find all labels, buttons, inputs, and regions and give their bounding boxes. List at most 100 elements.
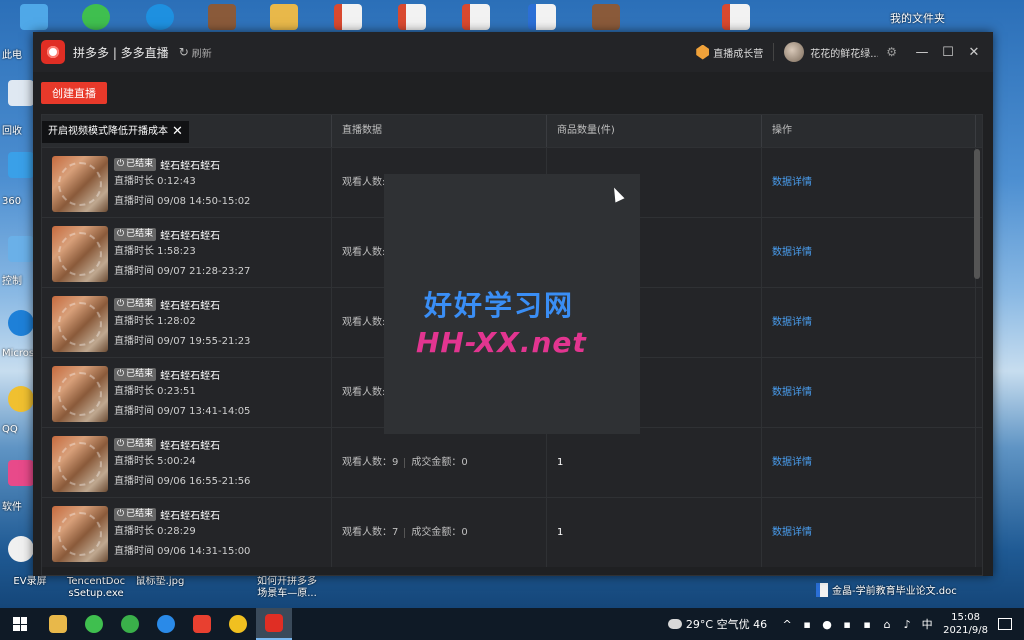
desktop-doc-item[interactable]: 金晶-学前教育毕业论文.doc [816, 582, 957, 597]
data-detail-link[interactable]: 数据详情 [762, 428, 975, 498]
refresh-button[interactable]: ↻ 刷新 [179, 45, 212, 60]
ppt-file-icon[interactable] [462, 4, 490, 30]
pinduoduo-logo-icon [41, 40, 65, 64]
taskbar-explorer[interactable] [40, 608, 76, 640]
taskbar-wps[interactable] [184, 608, 220, 640]
live-title: 蛭石蛭石蛭石 [160, 370, 221, 382]
word-file-icon[interactable] [528, 4, 556, 30]
live-title-line: ⏻ 已结束 蛭石蛭石蛭石 [114, 366, 250, 382]
live-thumbnail[interactable] [52, 226, 108, 282]
viewer-count: 观看人数：7 [342, 526, 399, 538]
notification-icon[interactable] [998, 618, 1012, 630]
settings-icon[interactable]: ⚙ [886, 45, 897, 59]
viewer-count: 观看人数: [342, 246, 386, 258]
desktop-label[interactable]: 360 [2, 196, 21, 207]
minimize-icon[interactable]: — [909, 45, 935, 60]
volume-icon[interactable]: ♪ [899, 618, 915, 631]
microphone-icon[interactable]: ● [819, 618, 835, 631]
divider [404, 527, 406, 538]
user-name[interactable]: 花花的鲜花绿... [810, 45, 878, 60]
live-thumbnail[interactable] [52, 506, 108, 562]
desktop-label[interactable]: QQ [2, 424, 18, 435]
tray-app-icon[interactable]: ▪ [859, 618, 875, 631]
desktop-label[interactable]: 如何开拼多多 场景车—原... [250, 576, 324, 600]
start-button[interactable] [0, 608, 40, 640]
desktop-folder-label[interactable]: 我的文件夹 [890, 10, 945, 26]
avatar[interactable] [784, 42, 805, 62]
sales-amount: 成交金额：0 [411, 526, 468, 538]
divider [773, 43, 775, 61]
ppt-file-icon[interactable] [398, 4, 426, 30]
action-cell: 数据详情 [762, 148, 976, 217]
ppt-file-icon[interactable] [334, 4, 362, 30]
edge-icon[interactable] [8, 310, 34, 336]
data-detail-link[interactable]: 数据详情 [762, 218, 975, 288]
live-thumbnail[interactable] [52, 366, 108, 422]
wechat-icon[interactable] [82, 4, 110, 30]
desktop-top-icons [0, 0, 1024, 32]
status-text: 已结束 [126, 158, 154, 169]
live-cell: ⏻ 已结束 蛭石蛭石蛭石 直播时长 0:23:51 直播时间 09/07 13:41-1… [42, 358, 332, 427]
live-duration: 直播时长 5:00:24 [114, 456, 196, 467]
maximize-icon[interactable]: ☐ [935, 45, 961, 60]
computer-icon[interactable] [20, 4, 48, 30]
data-detail-link[interactable]: 数据详情 [762, 358, 975, 428]
taskbar-pinduoduo[interactable] [256, 608, 292, 640]
live-duration: 直播时长 1:58:23 [114, 246, 196, 257]
control-panel-icon[interactable] [8, 236, 34, 262]
desktop-label[interactable]: 此电 [2, 46, 22, 61]
growth-camp-button[interactable]: 直播成长营 [696, 44, 763, 60]
desktop-label[interactable]: 回收 [2, 122, 22, 137]
live-thumbnail[interactable] [52, 156, 108, 212]
folder-icon[interactable] [270, 4, 298, 30]
scrollbar[interactable] [974, 149, 980, 279]
live-info: ⏻ 已结束 蛭石蛭石蛭石 直播时长 1:58:23 直播时间 09/07 21:28-2… [114, 226, 250, 282]
live-cell: ⏻ 已结束 蛭石蛭石蛭石 直播时长 1:58:23 直播时间 09/07 21:28-2… [42, 218, 332, 287]
360-icon[interactable] [8, 152, 34, 178]
qq-browser-icon[interactable] [8, 386, 34, 412]
live-thumbnail[interactable] [52, 296, 108, 352]
image-file-icon[interactable] [592, 4, 620, 30]
tray-app-icon[interactable]: ▪ [839, 618, 855, 631]
tray-app-icon[interactable]: ▪ [799, 618, 815, 631]
live-title: 蛭石蛭石蛭石 [160, 510, 221, 522]
live-time: 直播时间 09/06 16:55-21:56 [114, 476, 251, 487]
taskbar-wechat[interactable] [76, 608, 112, 640]
clock[interactable]: 15:08 2021/9/8 [943, 611, 988, 637]
desktop-label[interactable]: TencentDoc sSetup.exe [64, 576, 128, 600]
data-detail-link[interactable]: 数据详情 [762, 288, 975, 358]
360-icon [121, 615, 139, 633]
cloud-icon [667, 619, 682, 629]
taskbar-360[interactable] [112, 608, 148, 640]
live-title-line: ⏻ 已结束 蛭石蛭石蛭石 [114, 506, 250, 522]
ime-indicator[interactable]: 中 [919, 616, 935, 632]
close-icon[interactable]: ✕ [961, 45, 987, 60]
network-icon[interactable]: ⌂ [879, 618, 895, 631]
desktop-label[interactable]: EV录屏 [8, 576, 52, 588]
live-cell: ⏻ 已结束 蛭石蛭石蛭石 直播时长 0:28:29 直播时间 09/06 14:31-1… [42, 498, 332, 567]
weather-widget[interactable]: 29°C 空气优 46 [667, 616, 767, 632]
action-cell: 数据详情 [762, 498, 976, 567]
taskbar-app[interactable] [220, 608, 256, 640]
desktop-label[interactable]: Micros [2, 348, 34, 359]
live-info: ⏻ 已结束 蛭石蛭石蛭石 直播时长 0:12:43 直播时间 09/08 14:50-1… [114, 156, 250, 212]
desktop-label[interactable]: 控制 [2, 272, 22, 287]
live-thumbnail[interactable] [52, 436, 108, 492]
status-text: 已结束 [126, 298, 154, 309]
desktop-label[interactable]: 鼠标垫.jpg [132, 576, 188, 588]
create-live-button[interactable]: 创建直播 [41, 82, 107, 104]
ppt-file-icon[interactable] [722, 4, 750, 30]
pinduoduo-icon [265, 614, 283, 632]
recycle-bin-icon[interactable] [8, 80, 34, 106]
ev-recorder-icon[interactable] [8, 536, 34, 562]
edge-icon[interactable] [146, 4, 174, 30]
desktop-label[interactable]: 软件 [2, 498, 22, 513]
chevron-up-icon[interactable]: ^ [779, 618, 795, 631]
software-icon[interactable] [8, 460, 34, 486]
taskbar-qq-browser[interactable] [148, 608, 184, 640]
image-file-icon[interactable] [208, 4, 236, 30]
data-detail-link[interactable]: 数据详情 [762, 498, 975, 568]
data-detail-link[interactable]: 数据详情 [762, 148, 975, 218]
live-info: ⏻ 已结束 蛭石蛭石蛭石 直播时长 0:28:29 直播时间 09/06 14:31-1… [114, 506, 250, 562]
close-icon[interactable]: ✕ [172, 121, 183, 143]
